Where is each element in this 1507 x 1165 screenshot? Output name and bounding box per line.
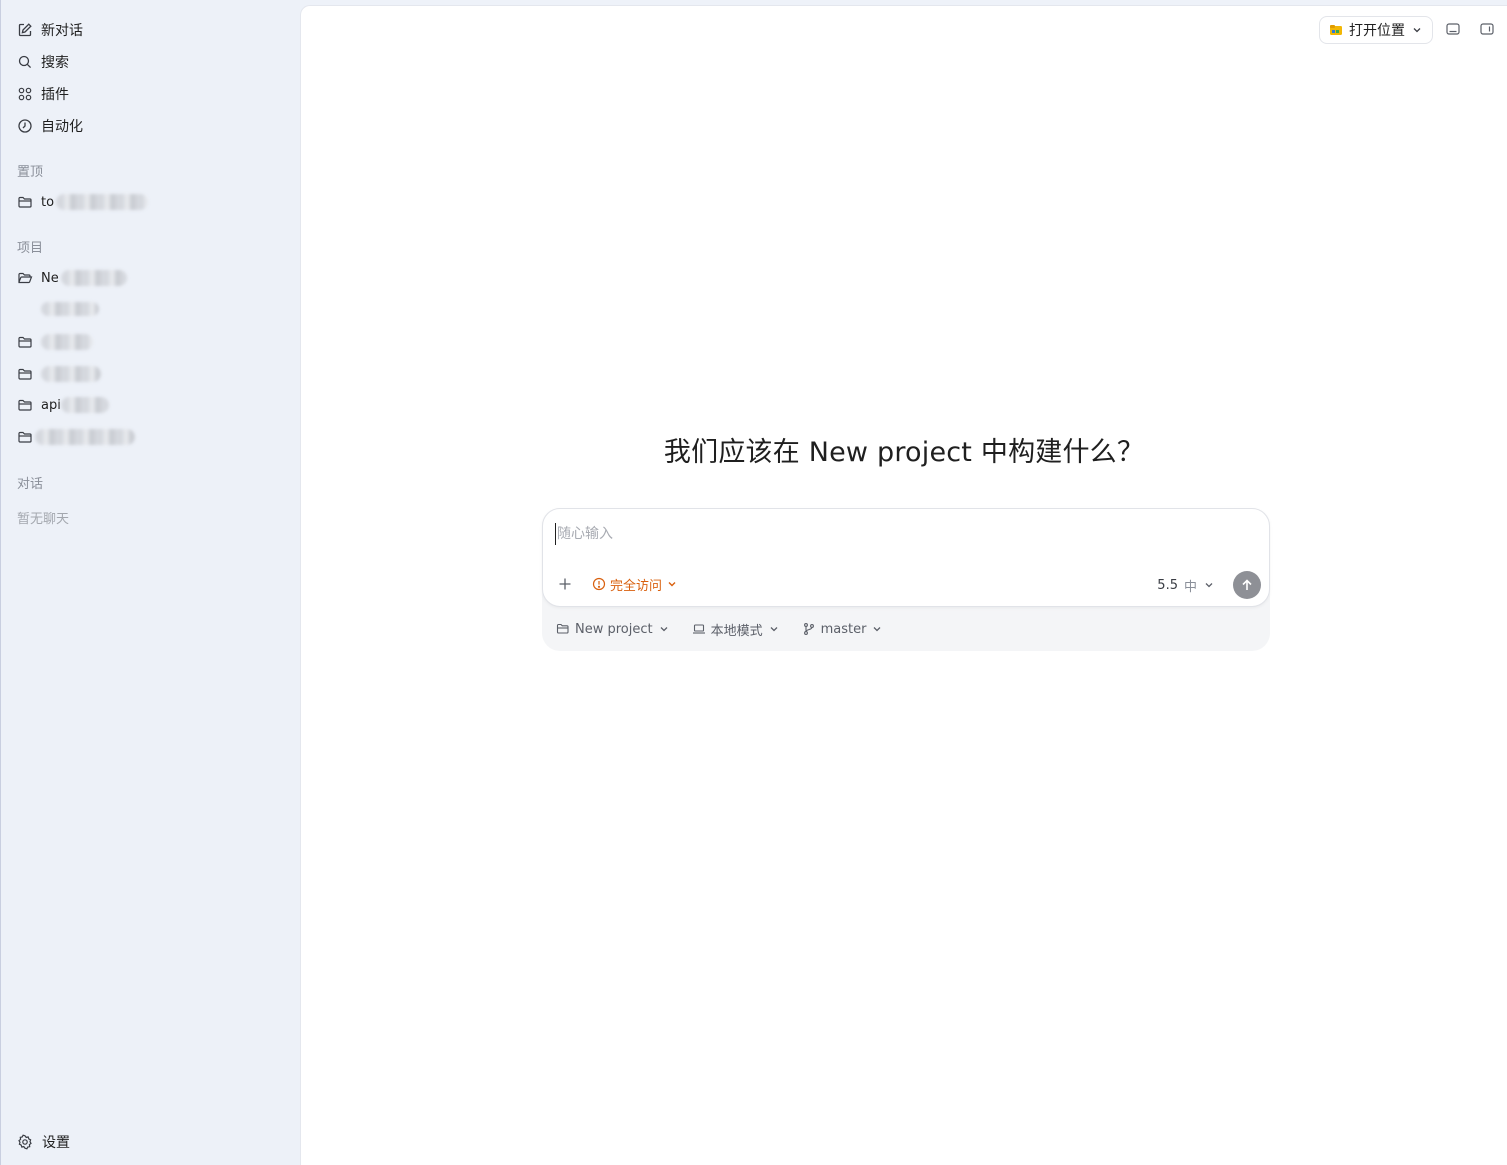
projects-section-label: 项目 bbox=[17, 241, 44, 256]
plugins-label: 插件 bbox=[41, 87, 69, 103]
redacted-text bbox=[35, 429, 135, 445]
model-version: 5.5 bbox=[1157, 577, 1178, 593]
redacted-text bbox=[56, 194, 149, 210]
folder-open-icon bbox=[18, 272, 33, 284]
pinned-section-label: 置顶 bbox=[17, 165, 44, 180]
redacted-text bbox=[41, 334, 93, 350]
folder-icon bbox=[18, 196, 32, 208]
send-button[interactable] bbox=[1233, 571, 1261, 599]
plugins-icon bbox=[18, 87, 32, 101]
chevron-down-icon bbox=[1413, 28, 1421, 33]
branch-selector[interactable]: master bbox=[802, 622, 884, 637]
folder-icon bbox=[18, 431, 32, 443]
git-branch-icon bbox=[803, 623, 814, 635]
folder-app-icon bbox=[1330, 25, 1342, 35]
composer: 完全访问 5.5 中 bbox=[542, 508, 1270, 607]
arrow-up-icon bbox=[1242, 579, 1252, 590]
project-item[interactable] bbox=[15, 361, 287, 387]
folder-icon bbox=[18, 336, 32, 348]
access-mode-dropdown[interactable]: 完全访问 bbox=[592, 574, 678, 594]
mode-selector-label: 本地模式 bbox=[710, 623, 763, 639]
gear-icon bbox=[18, 1134, 32, 1150]
model-effort: 中 bbox=[1183, 579, 1197, 595]
chevron-down-icon bbox=[668, 582, 676, 587]
redacted-text bbox=[41, 366, 101, 382]
new-chat-label: 新对话 bbox=[41, 23, 83, 39]
chevron-down-icon bbox=[770, 627, 778, 632]
chevron-down-icon bbox=[1205, 583, 1213, 588]
chevron-down-icon bbox=[874, 627, 881, 632]
project-item-label: api bbox=[41, 397, 61, 413]
warning-icon bbox=[592, 577, 606, 591]
project-selector[interactable]: New project bbox=[556, 622, 670, 637]
folder-icon bbox=[18, 399, 32, 411]
model-selector[interactable]: 5.5 中 bbox=[1157, 575, 1215, 595]
chevron-down-icon bbox=[660, 627, 668, 632]
chats-section-label: 对话 bbox=[17, 477, 44, 492]
folder-icon bbox=[18, 368, 32, 380]
main-panel: 打开位置 我们应该在 New project 中构建什么？ 完全访问 5.5 中 bbox=[300, 5, 1507, 1165]
project-item[interactable] bbox=[15, 329, 287, 355]
open-location-button[interactable]: 打开位置 bbox=[1319, 16, 1433, 44]
open-location-label: 打开位置 bbox=[1349, 23, 1405, 39]
search-icon bbox=[18, 55, 32, 69]
access-mode-label: 完全访问 bbox=[610, 578, 663, 594]
panel-bottom-icon[interactable] bbox=[1445, 21, 1461, 37]
project-item[interactable]: api bbox=[15, 392, 287, 418]
new-chat-button[interactable]: 新对话 bbox=[15, 17, 287, 43]
sidebar: 新对话 搜索 插件 自动化 置顶 to 项目 Ne api 对话 暂无聊天 设置 bbox=[0, 0, 300, 1165]
project-selector-label: New project bbox=[575, 621, 653, 637]
project-item-label: Ne bbox=[41, 270, 59, 286]
automation-button[interactable]: 自动化 bbox=[15, 113, 287, 139]
add-attachment-icon[interactable] bbox=[557, 576, 573, 592]
project-item[interactable]: Ne bbox=[15, 265, 287, 291]
chats-empty-text: 暂无聊天 bbox=[17, 512, 70, 527]
edit-icon bbox=[18, 23, 32, 37]
search-button[interactable]: 搜索 bbox=[15, 49, 287, 75]
folder-icon bbox=[556, 623, 569, 634]
composer-container: 完全访问 5.5 中 New project bbox=[542, 508, 1270, 651]
composer-footer: New project 本地模式 master bbox=[556, 618, 883, 640]
redacted-text bbox=[60, 270, 127, 286]
mode-selector[interactable]: 本地模式 bbox=[692, 620, 780, 639]
project-item[interactable] bbox=[15, 424, 287, 450]
redacted-text bbox=[60, 397, 109, 413]
page-title: 我们应该在 New project 中构建什么？ bbox=[663, 437, 1145, 468]
clock-icon bbox=[18, 119, 32, 133]
pinned-item[interactable]: to bbox=[15, 189, 287, 215]
laptop-icon bbox=[692, 624, 705, 634]
settings-label: 设置 bbox=[42, 1135, 70, 1151]
branch-selector-label: master bbox=[820, 621, 867, 637]
prompt-input[interactable] bbox=[555, 523, 1235, 545]
automation-label: 自动化 bbox=[41, 119, 83, 135]
search-label: 搜索 bbox=[41, 55, 69, 71]
plugins-button[interactable]: 插件 bbox=[15, 81, 287, 107]
app-window: 新对话 搜索 插件 自动化 置顶 to 项目 Ne api 对话 暂无聊天 设置… bbox=[0, 0, 1507, 1165]
settings-button[interactable]: 设置 bbox=[17, 1130, 70, 1154]
redacted-subitem bbox=[41, 302, 99, 316]
pinned-item-label: to bbox=[41, 194, 55, 210]
panel-right-icon[interactable] bbox=[1479, 21, 1495, 37]
